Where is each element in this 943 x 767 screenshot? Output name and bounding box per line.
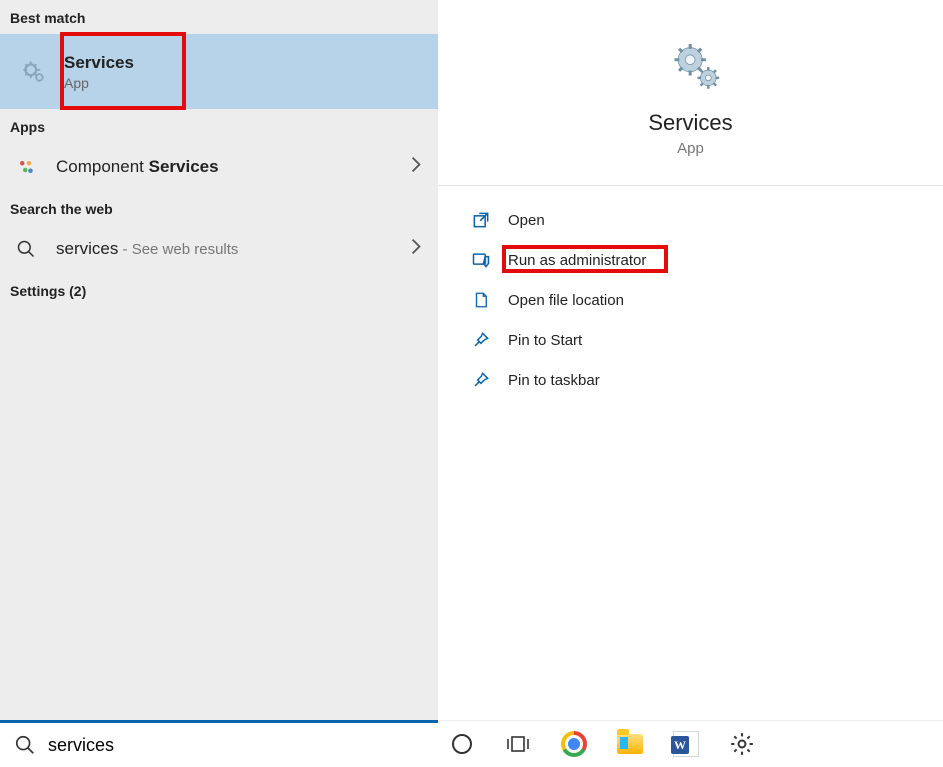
best-match-title: Services (64, 53, 134, 73)
component-services-icon (12, 158, 40, 176)
services-app-icon (666, 38, 716, 88)
action-label: Run as administrator (508, 252, 646, 269)
action-label: Pin to Start (508, 332, 582, 349)
action-pin-to-start[interactable]: Pin to Start (438, 320, 943, 360)
action-run-as-administrator[interactable]: Run as administrator (438, 240, 943, 280)
detail-subtitle: App (677, 140, 704, 157)
best-match-subtitle: App (64, 75, 134, 91)
search-icon (12, 239, 40, 259)
chevron-right-icon[interactable] (410, 239, 422, 260)
file-explorer-icon[interactable] (616, 730, 644, 758)
settings-icon[interactable] (728, 730, 756, 758)
result-web-search[interactable]: services - See web results (0, 225, 438, 273)
section-label-settings[interactable]: Settings (2) (0, 273, 438, 307)
file-location-icon (468, 290, 494, 310)
action-open[interactable]: Open (438, 200, 943, 240)
cortana-icon[interactable] (448, 730, 476, 758)
action-label: Pin to taskbar (508, 372, 600, 389)
best-match-result[interactable]: Services App (0, 34, 438, 109)
chevron-right-icon[interactable] (410, 157, 422, 178)
pin-icon (468, 330, 494, 350)
search-input[interactable] (46, 734, 426, 757)
result-text: Component Services (56, 157, 219, 177)
result-text: services - See web results (56, 239, 238, 259)
chrome-icon[interactable] (560, 730, 588, 758)
shield-admin-icon (468, 250, 494, 270)
section-label-best-match: Best match (0, 0, 438, 34)
services-icon (18, 59, 50, 85)
search-icon (12, 734, 38, 756)
task-view-icon[interactable] (504, 730, 532, 758)
taskbar (438, 720, 943, 767)
search-bar[interactable] (0, 720, 438, 767)
pin-icon (468, 370, 494, 390)
detail-title: Services (648, 110, 732, 136)
action-pin-to-taskbar[interactable]: Pin to taskbar (438, 360, 943, 400)
section-label-apps: Apps (0, 109, 438, 143)
action-open-file-location[interactable]: Open file location (438, 280, 943, 320)
action-label: Open file location (508, 292, 624, 309)
action-label: Open (508, 212, 545, 229)
result-component-services[interactable]: Component Services (0, 143, 438, 191)
word-icon[interactable] (672, 730, 700, 758)
open-icon (468, 210, 494, 230)
section-label-web: Search the web (0, 191, 438, 225)
